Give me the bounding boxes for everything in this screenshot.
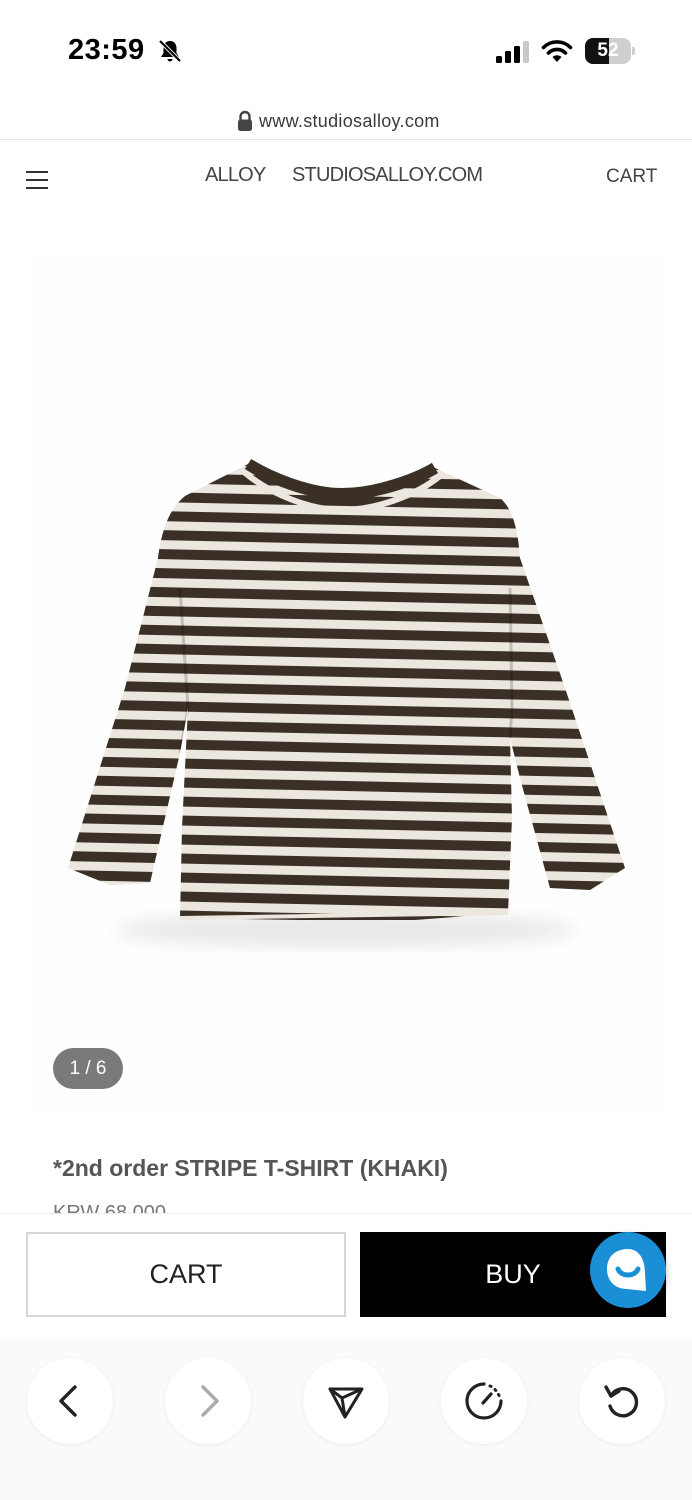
status-time: 23:59: [68, 34, 145, 66]
wifi-icon: [541, 40, 573, 62]
forward-icon: [201, 1385, 219, 1417]
add-to-cart-button[interactable]: CART: [26, 1232, 346, 1317]
striped-shirt-image: [68, 458, 625, 948]
image-counter: 1 / 6: [53, 1048, 123, 1089]
share-button[interactable]: [303, 1358, 389, 1444]
product-price: KRW 68,000: [53, 1202, 167, 1214]
battery-level: 52: [597, 40, 619, 61]
lock-icon: [238, 110, 252, 131]
reload-button[interactable]: [579, 1358, 665, 1444]
back-icon: [59, 1385, 77, 1417]
nav-link-cart[interactable]: CART: [606, 166, 657, 188]
browser-toolbar: [0, 1340, 692, 1500]
hamburger-menu-icon[interactable]: [26, 171, 48, 189]
speed-icon: [465, 1382, 503, 1420]
site-header: ALLOY STUDIOSALLOY.COM CART: [0, 141, 692, 216]
nav-link-studiosalloy[interactable]: STUDIOSALLOY.COM: [292, 164, 483, 187]
share-icon: [328, 1387, 364, 1419]
status-bar: 23:59 52: [0, 0, 692, 100]
shirt-stripe: [68, 464, 625, 475]
chat-bubble-icon: [607, 1249, 646, 1291]
product-image[interactable]: [30, 258, 662, 1113]
back-button[interactable]: [27, 1358, 113, 1444]
cellular-signal-icon: [496, 41, 529, 63]
purchase-bar: CART BUY: [0, 1214, 692, 1338]
silent-bell-icon: [158, 39, 182, 63]
forward-button[interactable]: [165, 1358, 251, 1444]
product-title: *2nd order STRIPE T-SHIRT (KHAKI): [53, 1155, 448, 1181]
battery-indicator: 52: [585, 38, 635, 64]
nav-link-alloy[interactable]: ALLOY: [205, 164, 266, 187]
chat-button[interactable]: [590, 1232, 666, 1308]
speed-button[interactable]: [441, 1358, 527, 1444]
reload-icon: [604, 1385, 639, 1418]
url-text: www.studiosalloy.com: [259, 111, 440, 131]
product-price-clip: KRW 68,000: [53, 1200, 353, 1214]
url-bar[interactable]: www.studiosalloy.com: [0, 104, 692, 140]
